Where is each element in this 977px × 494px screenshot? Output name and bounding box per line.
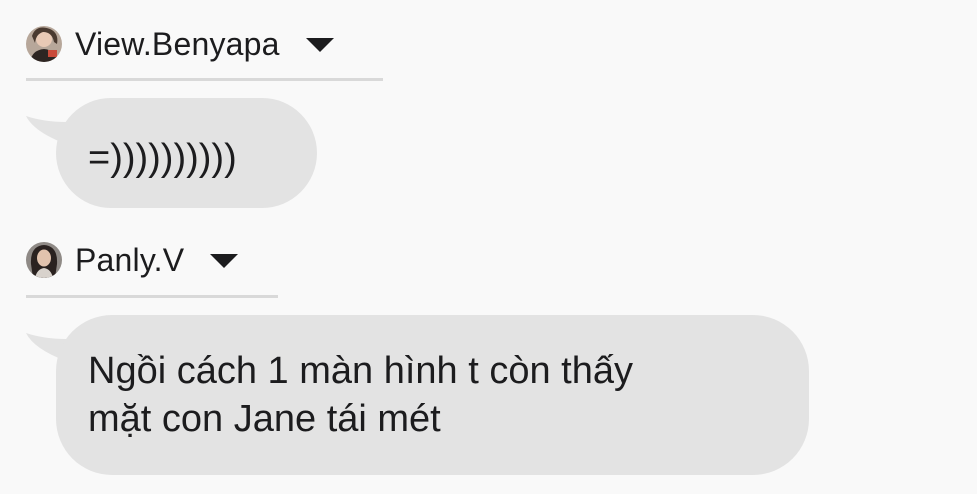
chat-thread: View.Benyapa =)))))))))) Panly.V Ngồi cá… <box>0 0 977 494</box>
avatar[interactable] <box>26 26 62 62</box>
chevron-down-icon[interactable] <box>210 254 239 268</box>
sender-header-view-benyapa[interactable]: View.Benyapa <box>26 22 334 66</box>
chevron-down-icon[interactable] <box>305 38 334 52</box>
divider <box>26 295 278 298</box>
divider <box>26 78 383 81</box>
message-text-line: Ngồi cách 1 màn hình t còn thấy <box>88 350 633 392</box>
avatar[interactable] <box>26 242 62 278</box>
message-text-line: mặt con Jane tái mét <box>88 398 441 440</box>
profile-photo-icon <box>26 26 62 62</box>
sender-header-panly-v[interactable]: Panly.V <box>26 238 239 282</box>
message-text-bubble: =)))))))))) <box>56 98 317 208</box>
profile-photo-icon <box>26 242 62 278</box>
sender-name[interactable]: Panly.V <box>75 242 184 279</box>
sender-name[interactable]: View.Benyapa <box>75 26 280 63</box>
message-text: =)))))))))) <box>88 137 237 179</box>
message-text-bubble: Ngồi cách 1 màn hình t còn thấy mặt con … <box>56 315 809 475</box>
